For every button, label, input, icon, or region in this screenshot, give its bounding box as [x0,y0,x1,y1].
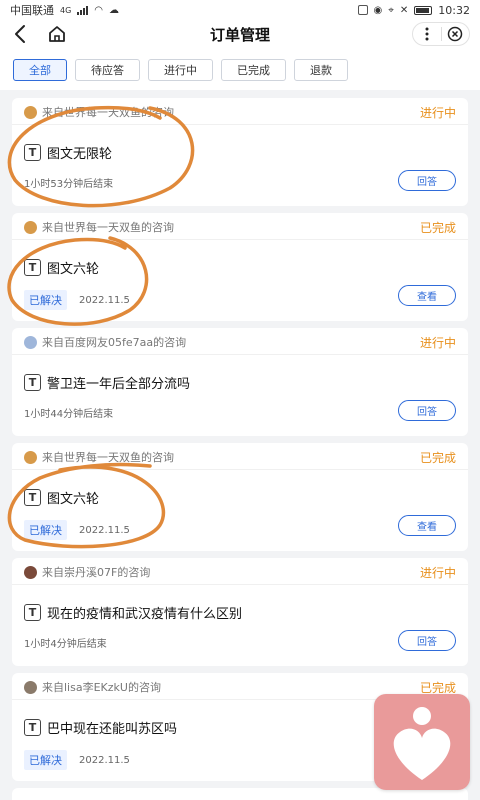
avatar [24,335,37,349]
avatar [24,105,37,119]
card-divider [12,239,468,240]
question-title: 巴中现在还能叫苏区吗 [47,722,178,737]
mute-icon: ✕ [399,4,409,16]
nav-bar: 订单管理 [0,20,480,50]
order-source: 来自世界每一天双鱼的咨询 [42,451,174,464]
order-card[interactable]: 来自崇丹溪07F的咨询 进行中 T 现在的疫情和武汉疫情有什么区别 1小时4分钟… [12,558,468,666]
question-title: 警卫连一年后全部分流吗 [47,377,191,392]
question-title: 图文六轮 [47,492,100,507]
question-title: 图文无限轮 [47,147,113,162]
answer-button[interactable]: 回答 [398,170,456,191]
nfc-icon [357,5,368,15]
card-divider [12,354,468,355]
resolved-badge: 已解决 [24,750,67,770]
avatar [24,220,37,234]
order-card[interactable]: 来自世界每一天双鱼的咨询 已完成 T 图文六轮 已解决 2022.11.5 查看 [12,443,468,551]
signal-icon [77,5,89,15]
message-icon: ☁ [109,4,120,16]
answer-button[interactable]: 回答 [398,630,456,651]
order-source: 来自崇丹溪07F的咨询 [42,566,151,579]
question-title: 图文六轮 [47,262,100,277]
more-vertical-icon[interactable] [413,23,441,45]
question-title: 现在的疫情和武汉疫情有什么区别 [47,607,243,622]
status-bar: 中国联通 4G ◠ ☁ ◉ ⌖ ✕ 10:32 [0,0,480,20]
order-source: 来自百度网友05fe7aa的咨询 [42,336,187,349]
view-button[interactable]: 查看 [398,515,456,536]
status-badge: 已完成 [419,680,456,695]
text-type-icon: T [24,144,41,161]
filter-tab-all[interactable]: 全部 [13,59,67,81]
text-type-icon: T [24,719,41,736]
status-badge: 进行中 [419,335,456,350]
location-icon: ⌖ [388,4,394,16]
status-badge: 进行中 [419,105,456,120]
text-type-icon: T [24,489,41,506]
carrier-label: 中国联通 [10,4,54,17]
text-type-icon: T [24,374,41,391]
resolved-badge: 已解决 [24,290,67,310]
time-label: 10:32 [438,3,470,17]
time-remaining: 1小时53分钟后结束 [24,179,114,190]
time-remaining: 1小时44分钟后结束 [24,409,114,420]
text-type-icon: T [24,259,41,276]
battery-icon [414,5,433,15]
order-card[interactable]: 来自百度网友05fe7aa的咨询 进行中 T 警卫连一年后全部分流吗 1小时44… [12,328,468,436]
order-source: 来自世界每一天双鱼的咨询 [42,221,174,234]
status-badge: 已完成 [419,220,456,235]
card-divider [12,469,468,470]
heart-app-icon[interactable] [374,694,470,790]
order-date: 2022.11.5 [79,294,130,306]
order-card[interactable]: 来自世界每一天双鱼的咨询 已完成 T 图文六轮 已解决 2022.11.5 查看 [12,213,468,321]
filter-tabs: 全部 待应答 进行中 已完成 退款 [0,50,480,90]
avatar [24,680,37,694]
text-type-icon: T [24,604,41,621]
status-badge: 进行中 [419,565,456,580]
time-remaining: 1小时4分钟后结束 [24,639,107,650]
order-source: 来自lisa李EKzkU的咨询 [42,681,161,694]
avatar [24,565,37,579]
resolved-badge: 已解决 [24,520,67,540]
avatar [24,450,37,464]
status-badge: 已完成 [419,450,456,465]
filter-tab-refund[interactable]: 退款 [294,59,348,81]
filter-tab-pending[interactable]: 待应答 [75,59,140,81]
eye-icon: ◉ [373,4,383,16]
signal-type-label: 4G [60,5,72,15]
answer-button[interactable]: 回答 [398,400,456,421]
order-card[interactable]: 来自世界每一天双鱼的咨询 进行中 T 图文无限轮 1小时53分钟后结束 回答 [12,98,468,206]
close-circle-icon[interactable] [442,23,470,45]
page-title: 订单管理 [209,26,270,44]
card-divider [12,584,468,585]
order-source: 来自世界每一天双鱼的咨询 [42,106,174,119]
view-button[interactable]: 查看 [398,285,456,306]
order-date: 2022.11.5 [79,524,130,536]
order-date: 2022.11.5 [79,754,130,766]
filter-tab-completed[interactable]: 已完成 [221,59,286,81]
card-divider [12,124,468,125]
wifi-icon: ◠ [94,4,104,16]
filter-tab-in-progress[interactable]: 进行中 [148,59,213,81]
mini-program-capsule [412,22,470,46]
